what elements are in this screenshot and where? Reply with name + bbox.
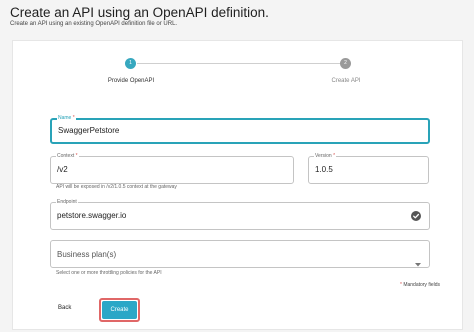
create-api-card: 1 2 Provide OpenAPI Create API Name * Co…: [12, 40, 463, 330]
endpoint-label: Endpoint: [56, 199, 78, 206]
stepper-connector: [137, 63, 341, 64]
endpoint-input[interactable]: [57, 211, 397, 220]
chevron-down-icon: [415, 254, 421, 272]
context-field[interactable]: Context *: [50, 153, 294, 184]
page-title: Create an API using an OpenAPI definitio…: [10, 5, 269, 20]
back-button[interactable]: Back: [58, 305, 71, 311]
context-help-text: API will be exposed in /v2/1.0.5 context…: [56, 184, 177, 190]
mandatory-fields-note: * Mandatory fields: [399, 282, 440, 288]
create-button[interactable]: Create: [102, 301, 137, 319]
step-2-label: Create API: [331, 78, 361, 84]
version-field[interactable]: Version *: [308, 153, 429, 184]
step-1-circle: 1: [125, 58, 136, 69]
step-1-label: Provide OpenAPI: [107, 78, 155, 84]
name-field[interactable]: Name *: [50, 115, 430, 144]
context-input[interactable]: [57, 165, 277, 174]
version-label: Version *: [314, 153, 337, 160]
business-plans-placeholder: Business plan(s): [57, 250, 117, 259]
check-circle-icon: [411, 211, 421, 221]
context-label: Context *: [56, 153, 79, 160]
step-2-circle: 2: [340, 58, 351, 69]
name-label: Name *: [57, 115, 76, 122]
endpoint-field[interactable]: Endpoint: [50, 199, 430, 230]
page-subtitle: Create an API using an existing OpenAPI …: [10, 21, 178, 27]
business-plans-select[interactable]: Business plan(s): [50, 240, 430, 268]
version-input[interactable]: [315, 165, 415, 174]
name-input[interactable]: [58, 126, 418, 135]
business-plans-help-text: Select one or more throttling policies f…: [56, 270, 162, 276]
